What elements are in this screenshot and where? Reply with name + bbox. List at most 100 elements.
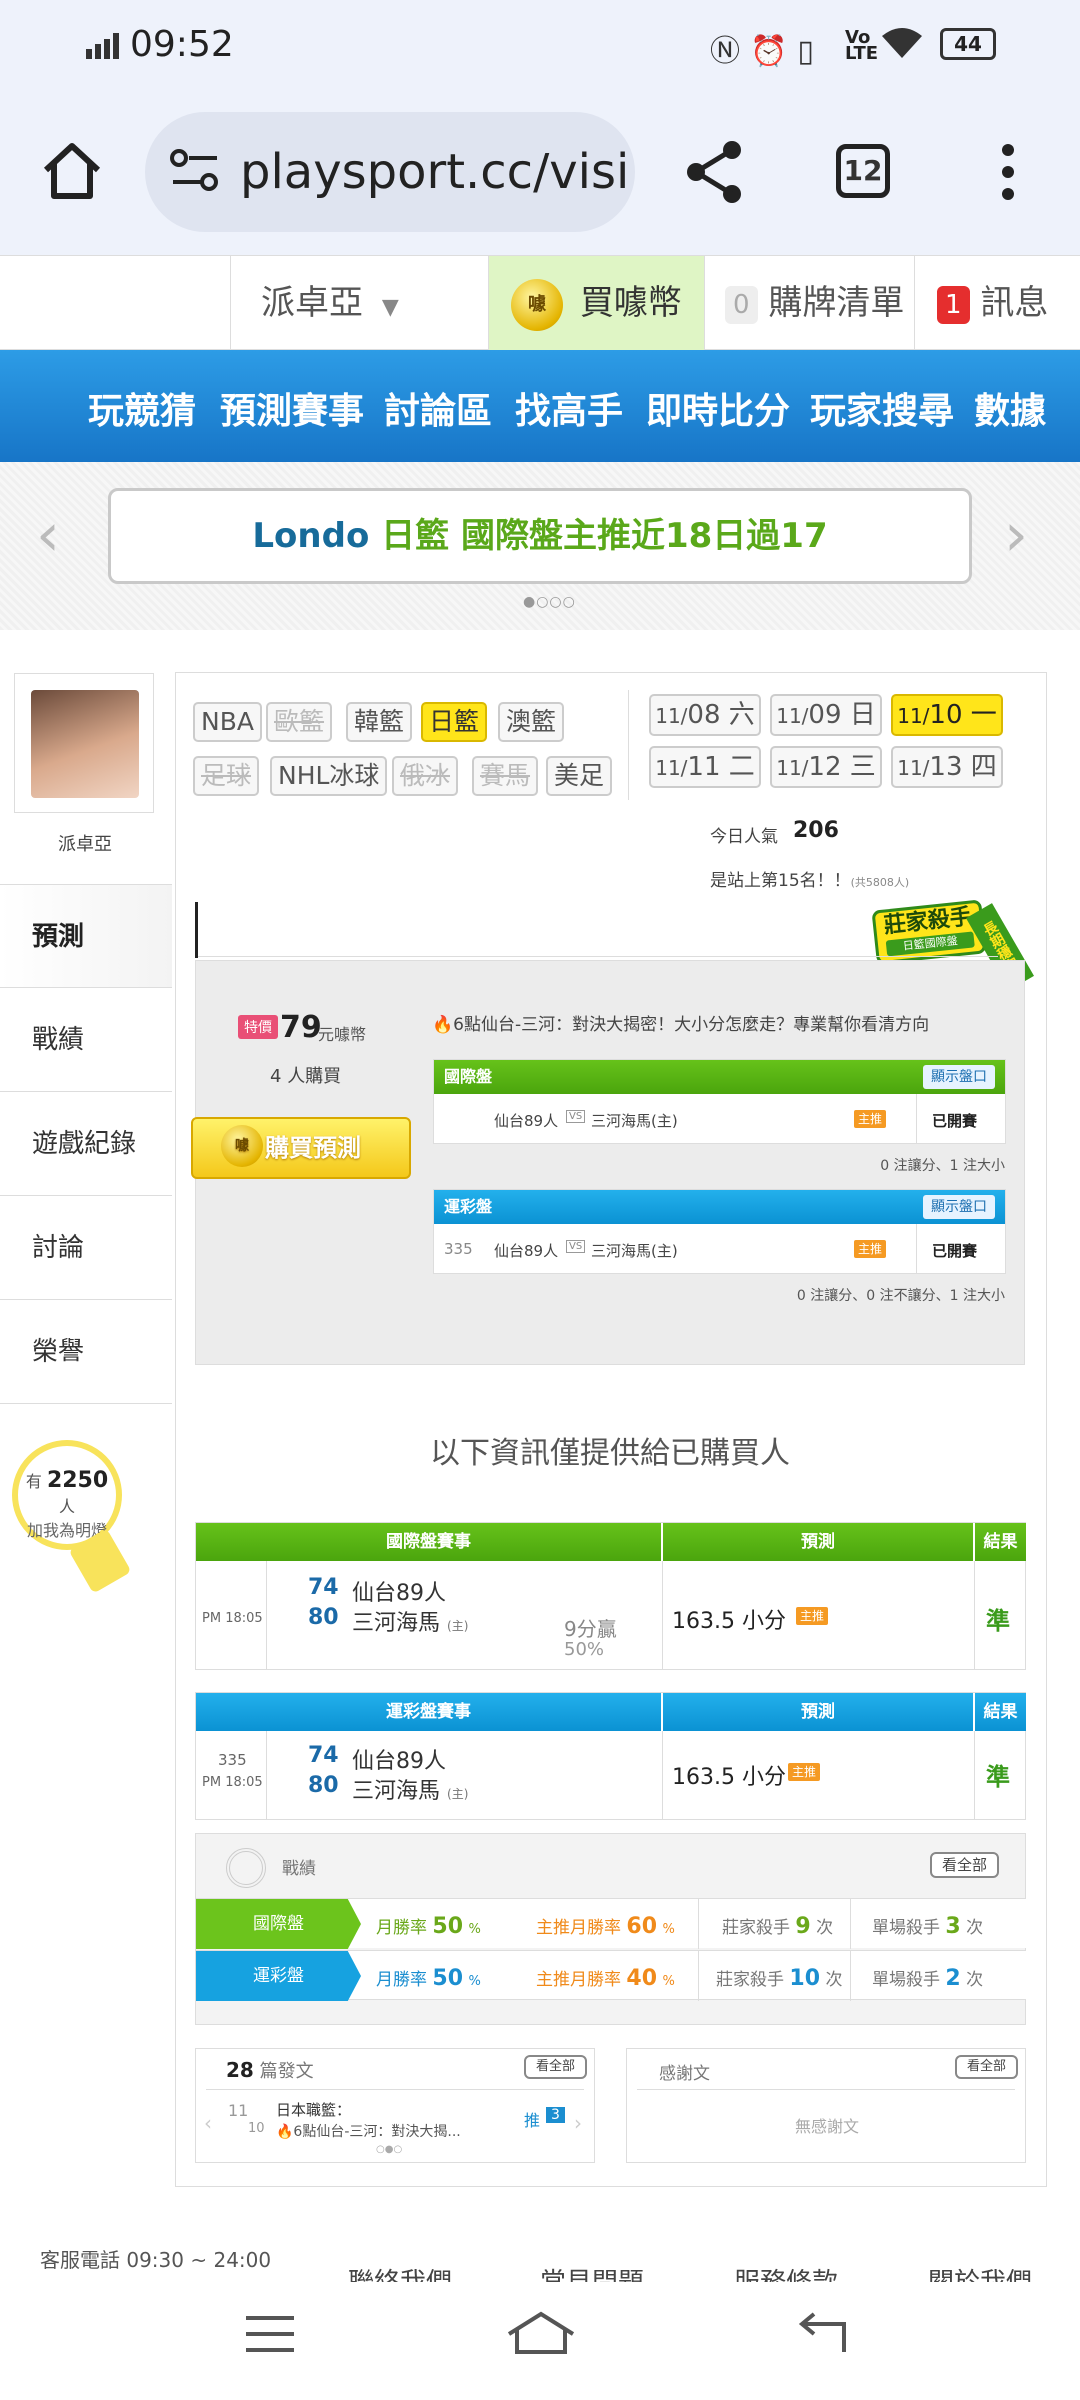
- message-count-badge: 1: [937, 285, 970, 324]
- league-tag-nfl[interactable]: 美足: [546, 756, 613, 796]
- game-time: PM 18:05: [202, 1775, 263, 1790]
- side-tab-game-log[interactable]: 遊戲紀錄: [0, 1092, 172, 1196]
- menu-item-player-search[interactable]: 玩家搜尋: [810, 382, 954, 434]
- avatar[interactable]: [31, 690, 139, 798]
- signal-icon: [86, 28, 124, 68]
- thanks-empty: 無感謝文: [794, 2117, 859, 2136]
- lottery-game-status: 已開賽: [932, 1242, 978, 1260]
- vs-icon: VS: [566, 1240, 586, 1253]
- post-desc[interactable]: 🔥6點仙台-三河：對決大揭...: [276, 2121, 486, 2141]
- footer-link-about[interactable]: 關於我們: [928, 2262, 1032, 2282]
- caret-down-icon: ▼: [381, 295, 399, 320]
- posts-view-all-button[interactable]: 看全部: [524, 2055, 588, 2079]
- menu-item-data[interactable]: 數據: [974, 382, 1046, 434]
- recent-apps-icon[interactable]: [244, 2312, 296, 2360]
- nfc-icon: Ⓝ: [710, 34, 750, 69]
- thanks-view-all-button[interactable]: 看全部: [955, 2055, 1019, 2079]
- league-tag-russia-ice: 俄冰: [392, 756, 459, 796]
- banner-prev-icon[interactable]: ‹: [36, 500, 60, 570]
- intl-show-odds-button[interactable]: 顯示盤口: [923, 1065, 995, 1089]
- footer-link-faq[interactable]: 常見問題: [540, 2262, 644, 2282]
- divider: [198, 956, 998, 957]
- date-button-1112[interactable]: 11/12 三: [770, 746, 882, 788]
- vibrate-icon: ▯: [797, 34, 824, 69]
- intl-note: 0 注讓分、1 注大小: [880, 1158, 1005, 1174]
- price-unit: 元噱幣: [318, 1025, 367, 1044]
- host-pick-tag: 主推: [854, 1110, 887, 1128]
- buy-prediction-button[interactable]: 噱 購買預測: [191, 1117, 411, 1179]
- alarm-icon: ⏰: [750, 34, 798, 69]
- killer-count: 莊家殺手 10 次: [716, 1966, 843, 1991]
- footer-link-contact[interactable]: 聯絡我們: [348, 2262, 452, 2282]
- side-tab-record[interactable]: 戰績: [0, 988, 172, 1092]
- menu-item-experts[interactable]: 找高手: [515, 382, 623, 434]
- buy-coins-label: 買噱幣: [579, 283, 682, 323]
- back-icon[interactable]: [796, 2312, 848, 2360]
- banner-next-icon[interactable]: ›: [1004, 500, 1028, 570]
- intl-odds-title: 國際盤: [444, 1067, 493, 1086]
- messages-label: 訊息: [980, 283, 1049, 323]
- system-nav-bar: [0, 2282, 1080, 2400]
- posts-prev-icon[interactable]: ‹: [204, 2111, 212, 2135]
- league-tag-australia[interactable]: 澳籃: [498, 702, 565, 742]
- side-tab-honor[interactable]: 榮譽: [0, 1300, 172, 1404]
- coin-icon: 噱: [511, 278, 563, 331]
- date-button-1111[interactable]: 11/11 二: [649, 746, 761, 788]
- record-label: 運彩盤: [196, 1951, 361, 2001]
- league-tag-nba[interactable]: NBA: [193, 702, 262, 742]
- main-rate: 主推月勝率 60 %: [536, 1914, 675, 1939]
- user-menu[interactable]: 派卓亞 ▼: [230, 256, 488, 351]
- host-pick-tag: 主推: [796, 1607, 829, 1625]
- menu-item-predict[interactable]: 預測賽事: [220, 382, 364, 434]
- award-badge: 莊家殺手 日籃國際盤: [871, 899, 987, 965]
- record-view-all-button[interactable]: 看全部: [930, 1852, 1000, 1878]
- system-home-icon[interactable]: [505, 2310, 577, 2360]
- avatar-frame: [14, 673, 154, 813]
- home-icon[interactable]: [40, 140, 104, 206]
- post-month: 11: [228, 2101, 249, 2120]
- status-time: 09:52: [130, 24, 234, 65]
- side-tab-predict[interactable]: 預測: [0, 884, 172, 988]
- col-header-predict: 預測: [663, 1523, 974, 1561]
- share-icon[interactable]: [684, 140, 746, 208]
- banner[interactable]: Londo 日籃 國際盤主推近18日過17: [108, 488, 972, 584]
- banner-prefix: Londo: [252, 516, 370, 556]
- league-tag-japan[interactable]: 日籃: [421, 702, 488, 742]
- service-hours: 客服電話 09:30 ~ 24:00: [40, 2248, 272, 2272]
- lottery-odds-header: 運彩盤 顯示盤口: [434, 1190, 1005, 1224]
- date-button-1109[interactable]: 11/09 日: [770, 694, 882, 736]
- prediction-headline[interactable]: 🔥6點仙台-三河：對決大揭密！大小分怎麼走？專業幫你看清方向: [432, 1010, 1022, 1035]
- game-time: PM 18:05: [202, 1611, 263, 1626]
- footer-link-terms[interactable]: 服務條款: [734, 2262, 838, 2282]
- tab-switcher-button[interactable]: 12: [836, 144, 890, 198]
- status-icons: Ⓝ⏰▯: [710, 26, 824, 70]
- vs-icon: VS: [566, 1110, 586, 1123]
- posts-next-icon[interactable]: ›: [574, 2111, 582, 2135]
- date-button-1108[interactable]: 11/08 六: [649, 694, 761, 736]
- lottery-game-no: 335: [444, 1240, 473, 1258]
- profile-name: 派卓亞: [58, 834, 112, 855]
- league-tag-nhl[interactable]: NHL冰球: [270, 756, 388, 796]
- menu-item-live-scores[interactable]: 即時比分: [646, 382, 790, 434]
- lottery-home-team: 仙台89人: [494, 1242, 559, 1260]
- push-label: 推: [524, 2111, 541, 2130]
- address-bar[interactable]: playsport.cc/visi: [145, 112, 635, 232]
- menu-item-guess[interactable]: 玩競猜: [88, 382, 196, 434]
- league-tag-korea[interactable]: 韓籃: [346, 702, 413, 742]
- date-button-1113[interactable]: 11/13 四: [891, 746, 1003, 788]
- date-button-1110[interactable]: 11/10 一: [891, 694, 1003, 736]
- col-header-lottery: 運彩盤賽事: [196, 1693, 662, 1731]
- messages-button[interactable]: 1 訊息: [914, 256, 1080, 351]
- record-label: 國際盤: [196, 1899, 361, 1949]
- single-killer-count: 單場殺手 3 次: [872, 1914, 984, 1939]
- buy-coins-button[interactable]: 噱 買噱幣: [488, 256, 704, 351]
- lottery-away-team: 三河海馬(主): [591, 1242, 678, 1260]
- post-title[interactable]: 日本職籃：: [276, 2099, 351, 2120]
- lottery-show-odds-button[interactable]: 顯示盤口: [923, 1195, 995, 1219]
- more-menu-icon[interactable]: [998, 142, 1018, 206]
- cart-button[interactable]: 0 購牌清單: [704, 256, 914, 351]
- site-settings-icon[interactable]: [169, 146, 221, 208]
- side-tab-discuss[interactable]: 討論: [0, 1196, 172, 1300]
- main-rate: 主推月勝率 40 %: [536, 1966, 675, 1991]
- menu-item-forum[interactable]: 討論區: [384, 382, 492, 434]
